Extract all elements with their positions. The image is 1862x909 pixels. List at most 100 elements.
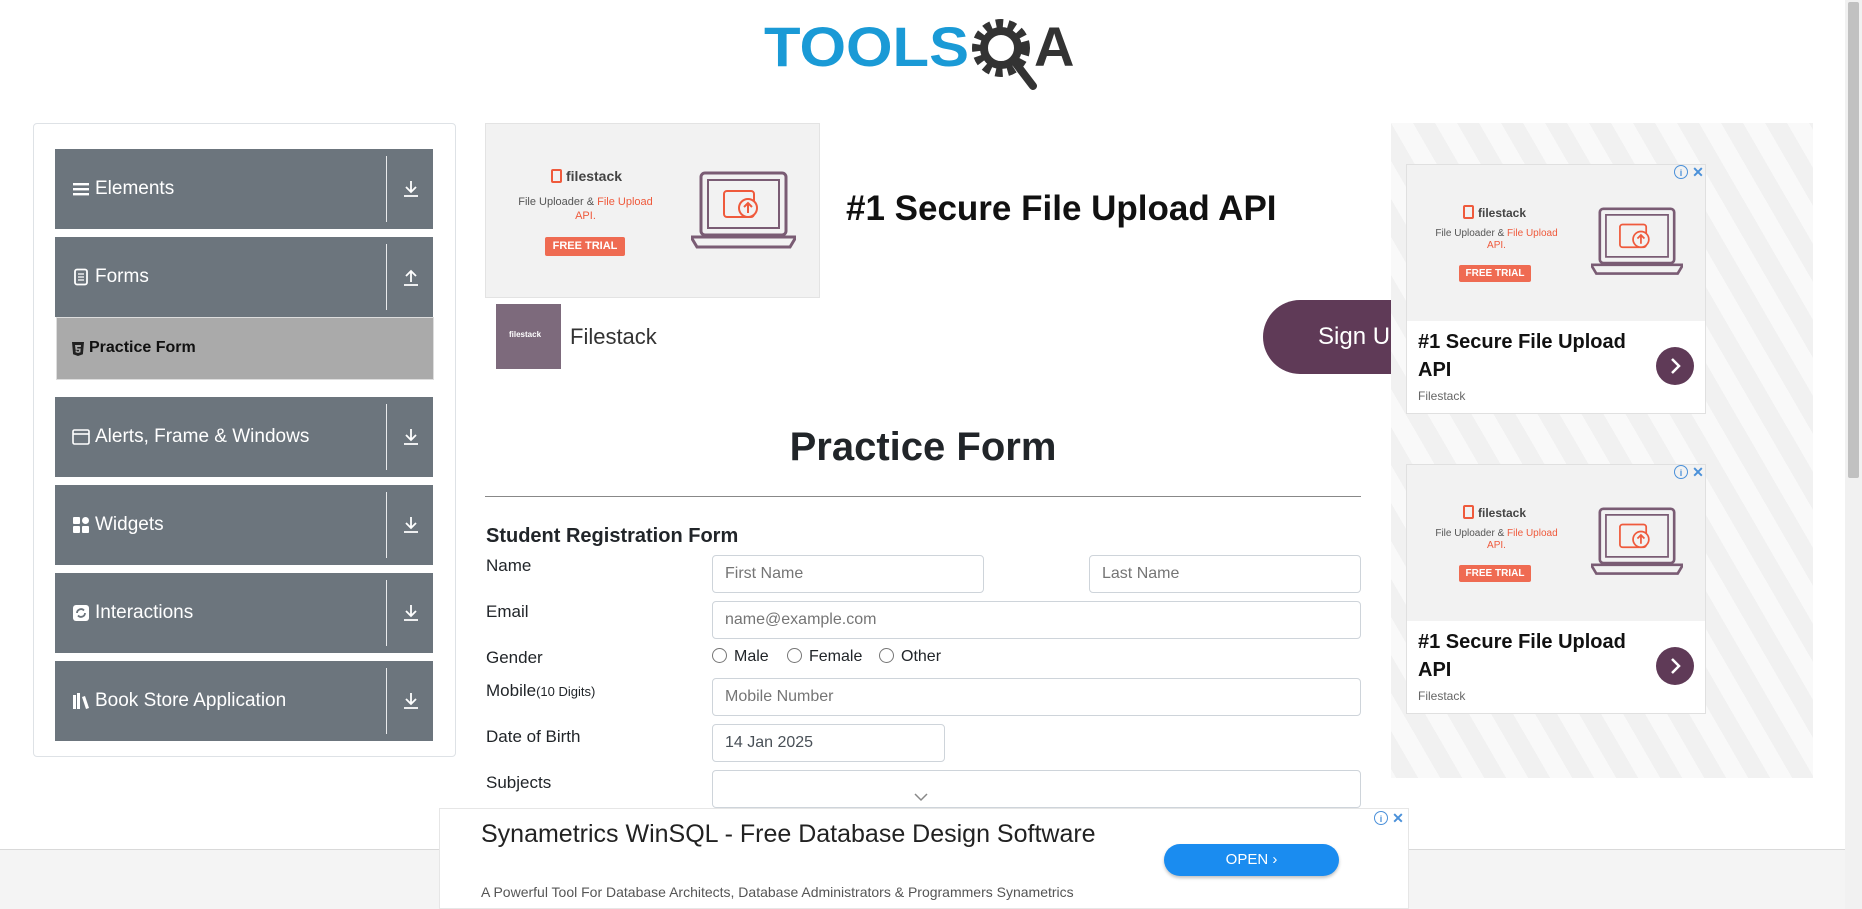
sidebar-group-label: Widgets	[95, 514, 164, 535]
divider	[386, 404, 387, 470]
ad-next-button[interactable]	[1656, 347, 1694, 385]
laptop-upload-icon	[1591, 507, 1683, 575]
sidebar-group-label: Book Store Application	[95, 690, 287, 711]
ad-tagline: File Uploader & File Upload API.	[1435, 528, 1558, 551]
right-ad-column: filestack File Uploader & File Upload API…	[1391, 123, 1813, 778]
interaction-icon	[73, 605, 89, 621]
page-title: Practice Form	[789, 425, 1057, 469]
chevron-down-icon[interactable]	[914, 792, 928, 802]
sidebar-group-elements[interactable]: Elements	[55, 149, 433, 229]
ad-brand-logo: filestack	[1463, 505, 1526, 520]
gender-radio-male[interactable]: Male	[712, 648, 769, 666]
first-name-input[interactable]	[712, 555, 984, 593]
radio-circle[interactable]	[712, 648, 727, 663]
books-icon	[73, 693, 89, 709]
ad-tagline: File Uploader & File Upload API.	[1435, 228, 1558, 251]
page: TOOLS A Elements Forms Practice Form Ale…	[0, 0, 1862, 909]
ad-headline[interactable]: Synametrics WinSQL - Free Database Desig…	[481, 818, 1101, 850]
sidebar-group-label: Alerts, Frame & Windows	[95, 426, 310, 447]
html5-icon	[72, 342, 84, 356]
ad-choices[interactable]: i ✕	[1374, 811, 1406, 826]
close-icon[interactable]: ✕	[1691, 465, 1705, 479]
document-icon	[74, 268, 88, 286]
ad-tagline: File Uploader & File Upload API.	[518, 196, 653, 222]
divider	[386, 580, 387, 646]
date-of-birth-label: Date of Birth	[486, 727, 581, 746]
ad-brand: Filestack	[1418, 389, 1466, 403]
gear-magnifier-icon	[972, 19, 1037, 90]
ad-free-trial-badge: FREE TRIAL	[1459, 565, 1531, 582]
divider	[386, 156, 387, 222]
subjects-input[interactable]	[712, 770, 1361, 808]
gender-radio-other[interactable]: Other	[879, 648, 941, 666]
ad-choices[interactable]: i ✕	[1674, 465, 1706, 480]
ad-brand-thumbnail: filestack	[496, 304, 561, 369]
ad-creative: filestack File Uploader & File Upload API…	[1407, 165, 1705, 321]
sidebar-group-forms[interactable]: Forms	[55, 237, 433, 317]
ad-next-button[interactable]	[1656, 647, 1694, 685]
logo-text-a: A	[1034, 15, 1074, 78]
menu-lines-icon	[73, 183, 89, 196]
ad-choices[interactable]: i ✕	[1674, 165, 1706, 180]
gender-radio-female[interactable]: Female	[787, 648, 862, 666]
ad-card[interactable]: filestack File Uploader & File Upload API…	[1406, 464, 1706, 714]
ad-card[interactable]: filestack File Uploader & File Upload API…	[1406, 164, 1706, 414]
ad-creative: filestack File Uploader & File Upload API…	[485, 123, 820, 298]
scrollbar-thumb[interactable]	[1848, 2, 1859, 478]
sign-up-button[interactable]: Sign Up	[1263, 300, 1391, 374]
mobile-label: Mobile(10 Digits)	[486, 681, 596, 700]
top-banner-ad[interactable]: filestack File Uploader & File Upload API…	[485, 123, 1391, 375]
open-button[interactable]: OPEN ›	[1164, 844, 1339, 876]
info-icon[interactable]: i	[1674, 165, 1688, 179]
download-arrow-icon	[404, 181, 418, 197]
last-name-input[interactable]	[1089, 555, 1361, 593]
email-label: Email	[486, 602, 529, 621]
laptop-upload-icon	[691, 171, 796, 249]
bottom-banner-ad[interactable]: Synametrics WinSQL - Free Database Desig…	[439, 808, 1409, 909]
logo-text-tools: TOOLS	[764, 15, 969, 78]
email-input[interactable]	[712, 601, 1361, 639]
widgets-icon	[73, 517, 89, 533]
ad-brand-name[interactable]: Filestack	[570, 324, 657, 350]
sidebar: Elements Forms Practice Form Alerts, Fra…	[33, 123, 456, 757]
radio-circle[interactable]	[787, 648, 802, 663]
sidebar-group-alerts-frame-windows[interactable]: Alerts, Frame & Windows	[55, 397, 433, 477]
chevron-right-icon	[1671, 658, 1681, 674]
date-of-birth-input[interactable]	[712, 724, 945, 762]
ad-headline[interactable]: #1 Secure File Upload API	[1418, 628, 1648, 684]
download-arrow-icon	[404, 605, 418, 621]
ad-brand-logo: filestack	[551, 168, 622, 184]
download-arrow-icon	[404, 429, 418, 445]
ad-brand: Filestack	[1418, 689, 1466, 703]
ad-headline[interactable]: #1 Secure File Upload API	[1418, 328, 1648, 384]
close-icon[interactable]: ✕	[1691, 165, 1705, 179]
download-arrow-icon	[404, 517, 418, 533]
sidebar-group-widgets[interactable]: Widgets	[55, 485, 433, 565]
info-icon[interactable]: i	[1674, 465, 1688, 479]
sidebar-group-interactions[interactable]: Interactions	[55, 573, 433, 653]
info-icon[interactable]: i	[1374, 811, 1388, 825]
browser-window-icon	[72, 429, 90, 445]
subjects-label: Subjects	[486, 773, 552, 792]
mobile-input[interactable]	[712, 678, 1361, 716]
ad-free-trial-badge: FREE TRIAL	[545, 237, 625, 256]
divider	[386, 668, 387, 734]
sidebar-item-practice-form[interactable]: Practice Form	[56, 317, 434, 380]
divider	[386, 492, 387, 558]
ad-free-trial-badge: FREE TRIAL	[1459, 265, 1531, 282]
laptop-upload-icon	[1591, 207, 1683, 275]
divider	[386, 244, 387, 310]
download-arrow-icon	[404, 693, 418, 709]
sidebar-group-book-store-application[interactable]: Book Store Application	[55, 661, 433, 741]
gender-label: Gender	[486, 648, 543, 667]
ad-headline[interactable]: #1 Secure File Upload API	[846, 189, 1277, 229]
name-label: Name	[486, 556, 532, 575]
sidebar-group-label: Forms	[95, 266, 149, 287]
ad-subtext: A Powerful Tool For Database Architects,…	[481, 884, 1074, 900]
close-icon[interactable]: ✕	[1391, 811, 1405, 825]
toolsqa-logo[interactable]: TOOLS A	[764, 14, 1086, 92]
divider	[485, 496, 1361, 497]
ad-brand-logo: filestack	[1463, 205, 1526, 220]
ad-creative: filestack File Uploader & File Upload API…	[1407, 465, 1705, 621]
radio-circle[interactable]	[879, 648, 894, 663]
